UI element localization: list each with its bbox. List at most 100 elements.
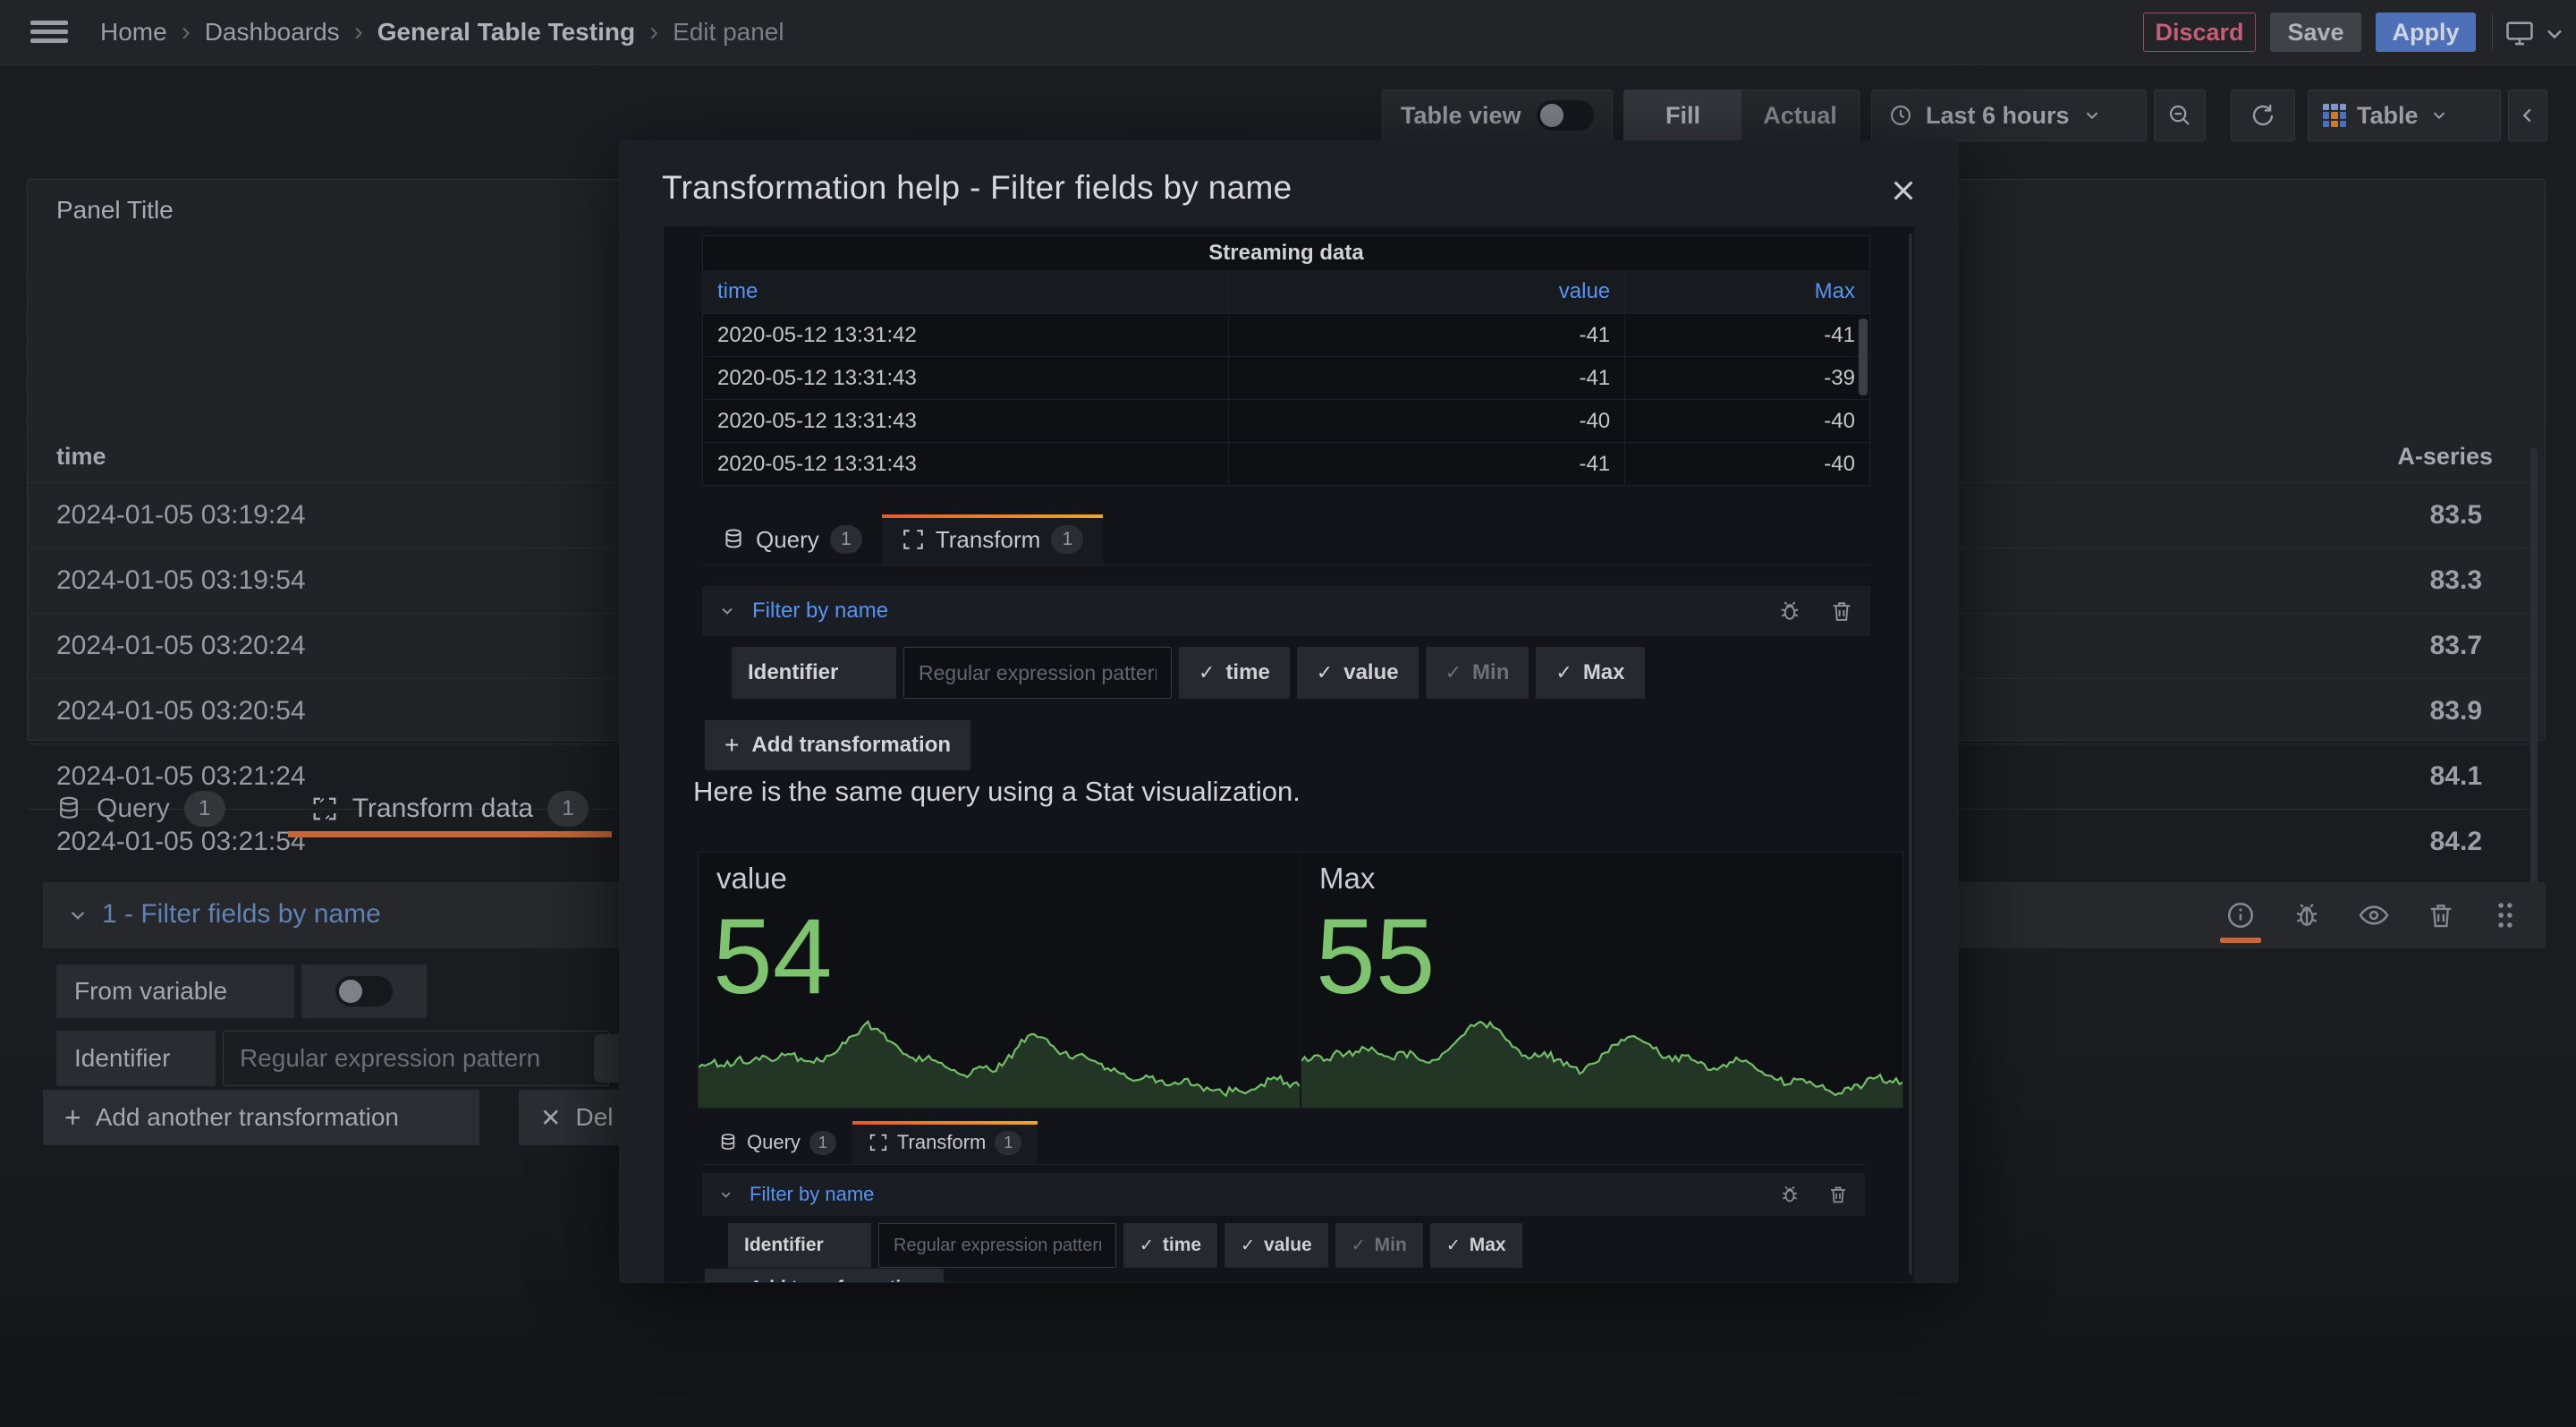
field-chip-Max[interactable]: ✓Max (1536, 647, 1644, 699)
sparkline-value (699, 1018, 1300, 1108)
check-icon: ✓ (1445, 661, 1462, 684)
field-chip-label: time (1225, 660, 1269, 685)
breadcrumb-page: Edit panel (673, 18, 784, 47)
visualization-picker[interactable]: Table (2308, 89, 2501, 141)
sparkline-max (1301, 1018, 1902, 1108)
filter-by-name-header[interactable]: Filter by name (702, 1173, 1865, 1216)
time-range-label: Last 6 hours (1926, 102, 2070, 130)
example-table-panel: Streaming data time value Max 2020-05-12… (702, 235, 1870, 486)
field-chip-Min[interactable]: ✓Min (1426, 647, 1530, 699)
trash-icon[interactable] (1827, 1184, 1849, 1205)
transformation-title[interactable]: 1 - Filter fields by name (102, 899, 381, 930)
chevron-down-icon[interactable] (2542, 21, 2567, 47)
tab-transform-data[interactable]: Transform data 1 (311, 791, 589, 827)
refresh-button[interactable] (2231, 89, 2295, 141)
cell-max: -40 (1624, 400, 1869, 442)
trash-icon[interactable] (1829, 599, 1854, 624)
example-tab-query[interactable]: Query 1 (702, 514, 882, 565)
cell-value: 84.1 (2430, 761, 2482, 792)
field-chip-partial[interactable] (594, 1034, 621, 1083)
breadcrumb-dashboard-name[interactable]: General Table Testing (377, 18, 635, 47)
menu-icon[interactable] (30, 21, 68, 44)
example-column-max[interactable]: Max (1624, 270, 1869, 313)
chevron-down-icon (2082, 106, 2102, 125)
check-icon: ✓ (1317, 661, 1333, 684)
table-viz-icon (2323, 104, 2346, 127)
chevron-down-icon (718, 1187, 733, 1202)
example-column-time[interactable]: time (703, 270, 1228, 313)
identifier-label: Identifier (56, 1031, 216, 1086)
example-tab-transform[interactable]: Transform 1 (882, 514, 1104, 565)
breadcrumb-home[interactable]: Home (100, 18, 167, 47)
from-variable-toggle-box (301, 964, 427, 1018)
example-table-title: Streaming data (703, 236, 1869, 270)
column-header-time[interactable]: time (56, 443, 106, 471)
close-icon[interactable] (1884, 171, 1923, 210)
example-tabs-upper: Query 1 Transform 1 (702, 514, 1870, 565)
zoom-out-button[interactable] (2154, 89, 2206, 141)
debug-icon[interactable] (1777, 599, 1802, 624)
apply-button[interactable]: Apply (2376, 13, 2476, 52)
tab-count-badge: 1 (809, 1131, 836, 1155)
monitor-icon[interactable] (2504, 18, 2535, 48)
example-tab-query[interactable]: Query 1 (702, 1121, 852, 1164)
field-chip-time[interactable]: ✓time (1123, 1223, 1217, 1268)
save-button[interactable]: Save (2270, 13, 2361, 52)
example-table-row: 2020-05-12 13:31:42-41-41 (703, 313, 1869, 356)
identifier-input[interactable] (903, 647, 1172, 699)
transformation-actions (2225, 882, 2519, 948)
info-icon[interactable] (2225, 900, 2256, 930)
field-chip-value[interactable]: ✓value (1224, 1223, 1328, 1268)
field-chip-Min[interactable]: ✓Min (1335, 1223, 1423, 1268)
field-chip-label: value (1264, 1235, 1312, 1256)
tab-query-label: Query (97, 794, 170, 824)
plus-icon: + (724, 1276, 737, 1282)
chevron-down-icon (2429, 106, 2449, 125)
add-another-transformation-button[interactable]: + Add another transformation (43, 1090, 479, 1145)
eye-icon[interactable] (2358, 899, 2390, 931)
field-chip-Max[interactable]: ✓ Max (1430, 1223, 1522, 1268)
discard-button[interactable]: Discard (2143, 13, 2256, 52)
delete-transformations-button[interactable]: ✕ Del (519, 1090, 621, 1145)
from-variable-toggle[interactable] (335, 976, 393, 1007)
actual-button[interactable]: Actual (1741, 90, 1859, 140)
cell-max: -39 (1624, 357, 1869, 399)
add-transformation-button[interactable]: + Add transformation (705, 720, 970, 770)
collapse-options-pane-button[interactable] (2508, 89, 2547, 141)
panel-table-scrollbar[interactable] (2530, 448, 2538, 910)
field-chip-time[interactable]: ✓time (1179, 647, 1290, 699)
chevron-down-icon (66, 904, 89, 927)
panel-title[interactable]: Panel Title (56, 196, 174, 225)
drag-handle-icon[interactable] (2492, 900, 2519, 930)
add-transformation-button[interactable]: + Add transformation (705, 1269, 944, 1282)
fill-actual-segment: Fill Actual (1623, 89, 1860, 141)
fill-button[interactable]: Fill (1624, 90, 1741, 140)
check-icon: ✓ (1446, 1236, 1461, 1256)
transform-icon (902, 528, 925, 551)
filter-by-name-header[interactable]: Filter by name (702, 586, 1870, 636)
debug-icon[interactable] (2292, 900, 2322, 930)
identifier-input[interactable] (878, 1223, 1116, 1268)
field-chip-label: Max (1470, 1235, 1506, 1256)
table-view-toggle[interactable] (1537, 100, 1594, 131)
example-table-header: time value Max (703, 270, 1869, 313)
trash-icon[interactable] (2426, 900, 2456, 930)
time-range-picker[interactable]: Last 6 hours (1871, 89, 2147, 141)
identifier-input[interactable] (223, 1031, 609, 1086)
breadcrumb-dashboards[interactable]: Dashboards (205, 18, 340, 47)
check-icon: ✓ (1352, 1236, 1366, 1256)
table-view-toggle-group[interactable]: Table view (1382, 89, 1613, 141)
modal-scrollbar[interactable] (1909, 234, 1912, 1275)
example-table-scrollbar[interactable] (1859, 319, 1868, 395)
identifier-label: Identifier (728, 1223, 871, 1268)
field-chip-value[interactable]: ✓value (1297, 647, 1419, 699)
debug-icon[interactable] (1779, 1184, 1801, 1205)
cell-time: 2020-05-12 13:31:43 (703, 400, 1228, 442)
tab-query-count: 1 (184, 791, 225, 827)
example-tab-transform[interactable]: Transform 1 (852, 1121, 1038, 1164)
column-header-a-series[interactable]: A-series (2397, 443, 2493, 471)
top-nav: Home › Dashboards › General Table Testin… (0, 0, 2576, 65)
tab-query[interactable]: Query 1 (55, 791, 225, 827)
cell-value: -41 (1228, 443, 1624, 485)
example-column-value[interactable]: value (1228, 270, 1624, 313)
